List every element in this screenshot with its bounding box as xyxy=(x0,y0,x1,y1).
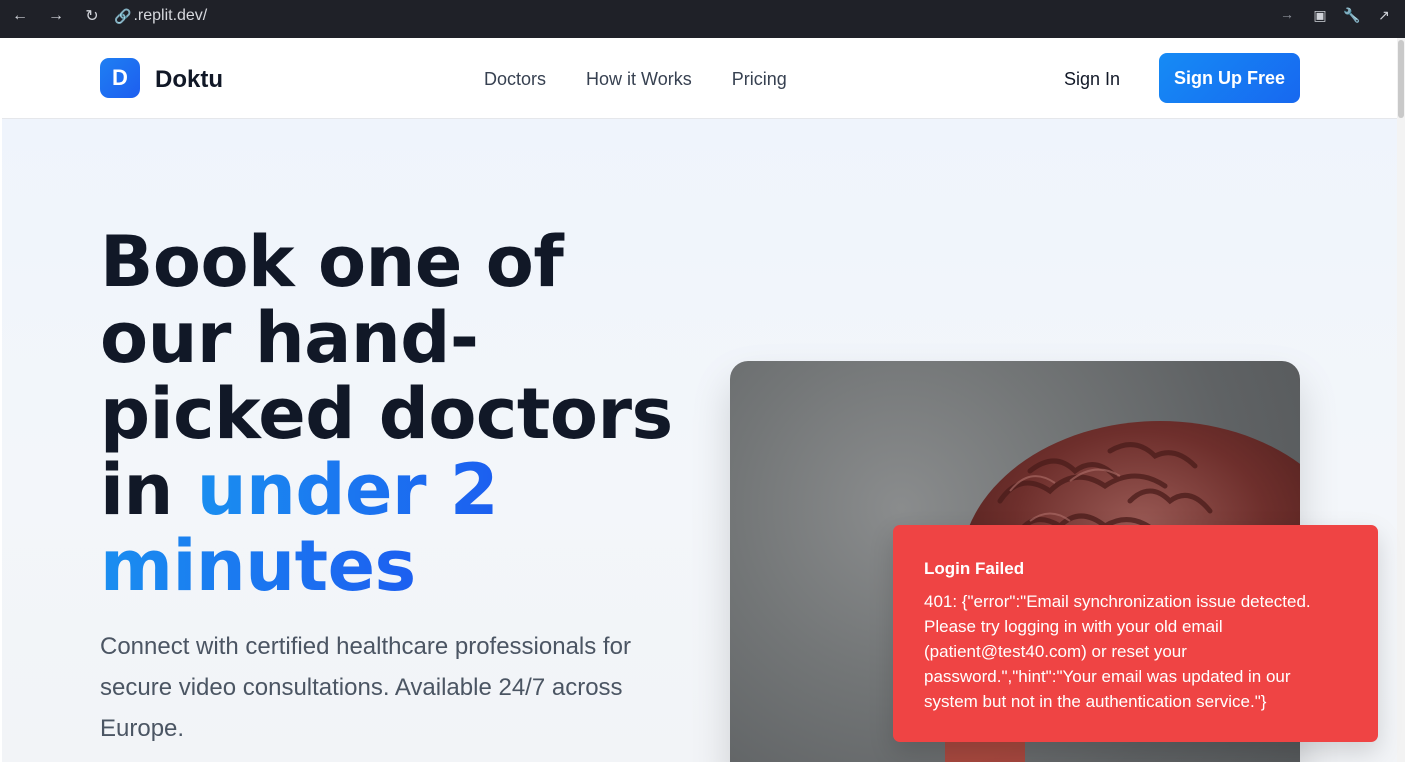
browser-toolbar: ← → ↻ 🔗 .replit.dev/ → ▣ 🔧 ↗ xyxy=(0,0,1405,38)
toast-title: Login Failed xyxy=(924,559,1025,578)
back-icon[interactable]: ← xyxy=(6,4,34,28)
go-arrow-icon[interactable]: → xyxy=(1280,6,1294,22)
toast-message: 401: {"error":"Email synchronization iss… xyxy=(924,592,1311,711)
hero-subtitle: Connect with certified healthcare profes… xyxy=(100,633,631,742)
url-text: .replit.dev/ xyxy=(133,7,208,24)
brand-name[interactable]: Doktu xyxy=(155,66,223,94)
scrollbar-thumb[interactable] xyxy=(1398,40,1404,118)
site-header: D Doktu Doctors How it Works Pricing Sig… xyxy=(2,38,1397,119)
main-nav: Doctors How it Works Pricing xyxy=(484,69,787,90)
link-icon: 🔗 xyxy=(114,7,132,24)
forward-icon[interactable]: → xyxy=(42,4,70,28)
logo-icon[interactable]: D xyxy=(100,58,140,98)
hero-title-line: our hand- xyxy=(100,297,479,379)
sign-up-button[interactable]: Sign Up Free xyxy=(1159,53,1300,103)
scrollbar[interactable] xyxy=(1397,38,1405,762)
wrench-icon[interactable]: 🔧 xyxy=(1341,4,1363,26)
address-bar[interactable]: 🔗 .replit.dev/ → xyxy=(110,2,1300,30)
hero-title-accent: minutes xyxy=(100,525,416,607)
nav-how-it-works[interactable]: How it Works xyxy=(586,69,692,90)
sign-in-link[interactable]: Sign In xyxy=(1064,69,1120,90)
hero-title-line: in xyxy=(100,449,197,531)
hero-title-line: picked doctors xyxy=(100,373,673,455)
devices-icon[interactable]: ▣ xyxy=(1309,4,1331,26)
hero-title: Book one of our hand- picked doctors in … xyxy=(100,224,700,604)
open-external-icon[interactable]: ↗ xyxy=(1373,4,1395,26)
nav-doctors[interactable]: Doctors xyxy=(484,69,546,90)
hero-title-accent: under 2 xyxy=(196,449,499,531)
reload-icon[interactable]: ↻ xyxy=(78,4,106,28)
hero-title-line: Book one of xyxy=(100,221,564,303)
error-toast[interactable]: Login Failed 401: {"error":"Email synchr… xyxy=(893,525,1378,742)
nav-pricing[interactable]: Pricing xyxy=(732,69,787,90)
